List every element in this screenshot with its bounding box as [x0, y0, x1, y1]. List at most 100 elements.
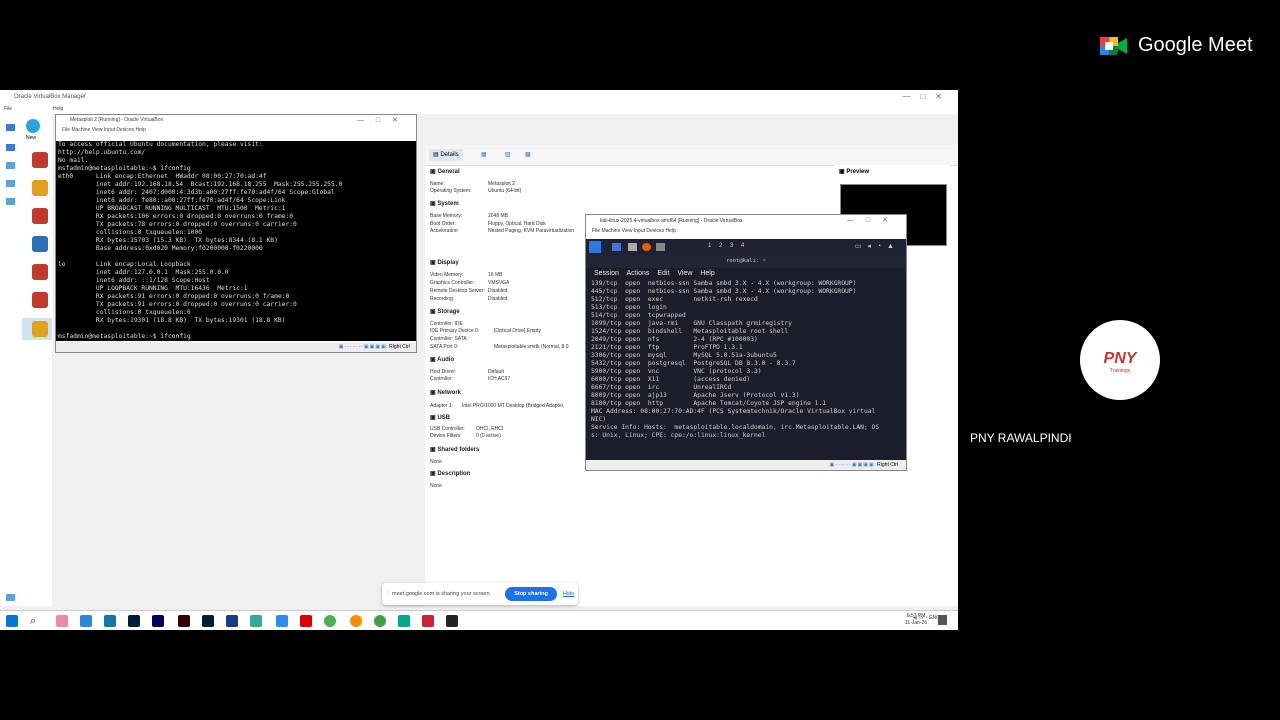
app-icon[interactable] — [104, 615, 116, 627]
app-icon[interactable] — [250, 615, 262, 627]
kali-window-controls[interactable]: —□✕ — [847, 215, 900, 227]
kali-window-title: kali-linux-2025.4-virtualbox-amd64 [Runn… — [600, 218, 743, 224]
kali-menubar[interactable]: File Machine View Input Devices Help — [586, 227, 906, 236]
network-icon[interactable] — [6, 162, 15, 169]
kv-key: Graphics Controller: — [430, 280, 475, 286]
kv-value: 16 MB — [488, 272, 503, 278]
kv-value: Ubuntu (64-bit) — [488, 188, 522, 194]
vm-icon-1[interactable] — [32, 152, 48, 168]
kv-row: Remote Desktop Server: Disabled — [430, 288, 507, 294]
nmap-output[interactable]: 139/tcp open netbios-ssn Samba smbd 3.X … — [586, 280, 906, 440]
tools-icon[interactable] — [6, 124, 15, 131]
kv-row: Adapter 1: Intel PRO/1000 MT Desktop (Bri… — [430, 403, 564, 409]
participant-avatar: PNY Trainings — [1080, 320, 1160, 400]
start-icon[interactable] — [6, 615, 18, 627]
media-icon[interactable] — [6, 180, 15, 187]
terminal-line: RX packets:106 errors:0 dropped:0 overru… — [58, 213, 294, 220]
kv-key: Controller: SATA — [430, 336, 467, 342]
new-button-label[interactable]: New — [26, 135, 36, 141]
avatar-logo-subtext: Trainings — [1109, 368, 1131, 374]
terminal-line: RX bytes:15703 (15.3 KB) TX bytes:8344 (… — [58, 237, 278, 244]
kali-terminal[interactable]: root@kali: ~ Session Actions Edit View H… — [586, 255, 906, 460]
vbox-manager-title: Oracle VirtualBox Manager — [14, 94, 86, 100]
vm-icon-5[interactable] — [32, 264, 48, 280]
photoshop-icon[interactable] — [202, 615, 214, 627]
msf-terminal-output[interactable]: To access official Ubuntu documentation,… — [56, 141, 416, 341]
menu-file[interactable]: File — [4, 106, 12, 112]
virtualbox-icon[interactable] — [276, 615, 288, 627]
kv-key: Acceleration: — [430, 228, 459, 234]
kv-key: USB Controller: — [430, 426, 465, 432]
tab-details[interactable]: ▤ Details — [429, 149, 463, 161]
terminal-line: Base address:0xd020 Memory:f0200000-f022… — [58, 245, 263, 252]
kali-titlebar: kali-linux-2025.4-virtualbox-amd64 [Runn… — [586, 215, 906, 227]
section-storage-title: Storage — [437, 309, 460, 315]
snapshots-icon[interactable]: ▦ — [477, 149, 491, 161]
msf-window-controls[interactable]: —□✕ — [357, 115, 410, 126]
app-icon[interactable] — [350, 615, 362, 627]
workspace-switcher[interactable]: 1 2 3 4 — [708, 243, 744, 249]
app-icon[interactable] — [56, 615, 68, 627]
terminal-line: 512/tcp open exec netkit-rsh rexecd — [591, 296, 758, 303]
section-audio-title: Audio — [437, 357, 455, 363]
terminal-line: http://help.ubuntu.com/ — [58, 149, 146, 156]
metasploit-vm-icon[interactable] — [32, 321, 48, 337]
vbox-tool-sidebar — [0, 114, 23, 606]
files-icon[interactable] — [612, 243, 621, 251]
vm-icon-6[interactable] — [32, 292, 48, 308]
logs-icon[interactable]: ▧ — [501, 149, 515, 161]
menu-help[interactable]: Help — [53, 106, 63, 112]
section-network: ▣ Network — [430, 390, 462, 396]
vm-icon-4[interactable] — [32, 236, 48, 252]
kv-row: Base Memory: 2048 MB — [430, 213, 508, 219]
app-icon[interactable] — [152, 615, 164, 627]
section-display: ▣ Display — [430, 260, 459, 266]
list-icon[interactable] — [6, 594, 15, 601]
illustrator-icon[interactable] — [178, 615, 190, 627]
terminal-menubar[interactable]: Session Actions Edit View Help — [586, 268, 906, 280]
shared-screen: Oracle VirtualBox Manager —□✕ File Help … — [0, 90, 958, 630]
edge-icon[interactable] — [80, 615, 92, 627]
notifications-icon[interactable] — [938, 615, 947, 625]
app-icon[interactable] — [374, 615, 386, 627]
chrome-icon[interactable] — [324, 615, 336, 627]
vm-icon-2[interactable] — [32, 180, 48, 196]
section-system-title: System — [437, 201, 459, 207]
firefox-icon[interactable] — [642, 243, 651, 251]
terminal-line: 513/tcp open login — [591, 304, 667, 311]
activity-icon[interactable]: ▩ — [521, 149, 535, 161]
vm-icon-3[interactable] — [32, 208, 48, 224]
status-icons[interactable]: ▣◦◦◦◦◦◦◦▣▣▣▣ — [339, 344, 389, 350]
terminal-line: lo Link encap:Local Loopback — [58, 261, 191, 268]
terminal-icon[interactable] — [446, 615, 458, 627]
windows-taskbar: ⌕ ⌃ ◂) ▭ ◔ ENG 6:57 PM 11-Jan-26 — [0, 610, 958, 630]
kali-top-panel: 1 2 3 4 ▭◂◔▲ — [586, 239, 906, 255]
terminal-line: msfadmin@metasploitable:~$ ifconfig — [58, 333, 191, 340]
app-icon[interactable] — [422, 615, 434, 627]
window-controls[interactable]: —□✕ — [902, 92, 952, 101]
kv-row: Recording: Disabled — [430, 296, 507, 302]
terminal-line: 5432/tcp open postgresql PostgreSQL DB 8… — [591, 360, 796, 367]
msf-menubar[interactable]: File Machine View Input Devices Help — [56, 126, 416, 135]
new-vm-icon[interactable] — [26, 119, 40, 133]
drag-handle-icon[interactable]: ⋮ — [385, 590, 391, 596]
tray-icons[interactable]: ▭◂◔▲ — [855, 242, 900, 250]
status-icons[interactable]: ▣◦◦◦◦◦◦▣▣▣▣ — [830, 462, 878, 468]
photoshop-icon[interactable] — [128, 615, 140, 627]
hide-button[interactable]: Hide — [563, 591, 574, 597]
kali-menu-icon[interactable] — [589, 241, 601, 253]
folder-icon[interactable] — [628, 243, 637, 251]
machine-icon[interactable] — [6, 144, 15, 151]
app-icon[interactable] — [398, 615, 410, 627]
stop-sharing-button[interactable]: Stop sharing — [505, 587, 557, 601]
search-icon[interactable]: ⌕ — [30, 615, 42, 627]
app-icon[interactable] — [300, 615, 312, 627]
app-icon[interactable] — [226, 615, 238, 627]
kv-key: Controller: — [430, 376, 454, 382]
taskbar-clock[interactable]: 6:57 PM 11-Jan-26 — [905, 613, 927, 627]
cloud-icon[interactable] — [6, 198, 15, 205]
msf-statusbar: ▣◦◦◦◦◦◦◦▣▣▣▣ Right Ctrl — [56, 342, 416, 352]
terminal-icon[interactable] — [656, 243, 665, 251]
section-shared-title: Shared folders — [437, 447, 480, 453]
